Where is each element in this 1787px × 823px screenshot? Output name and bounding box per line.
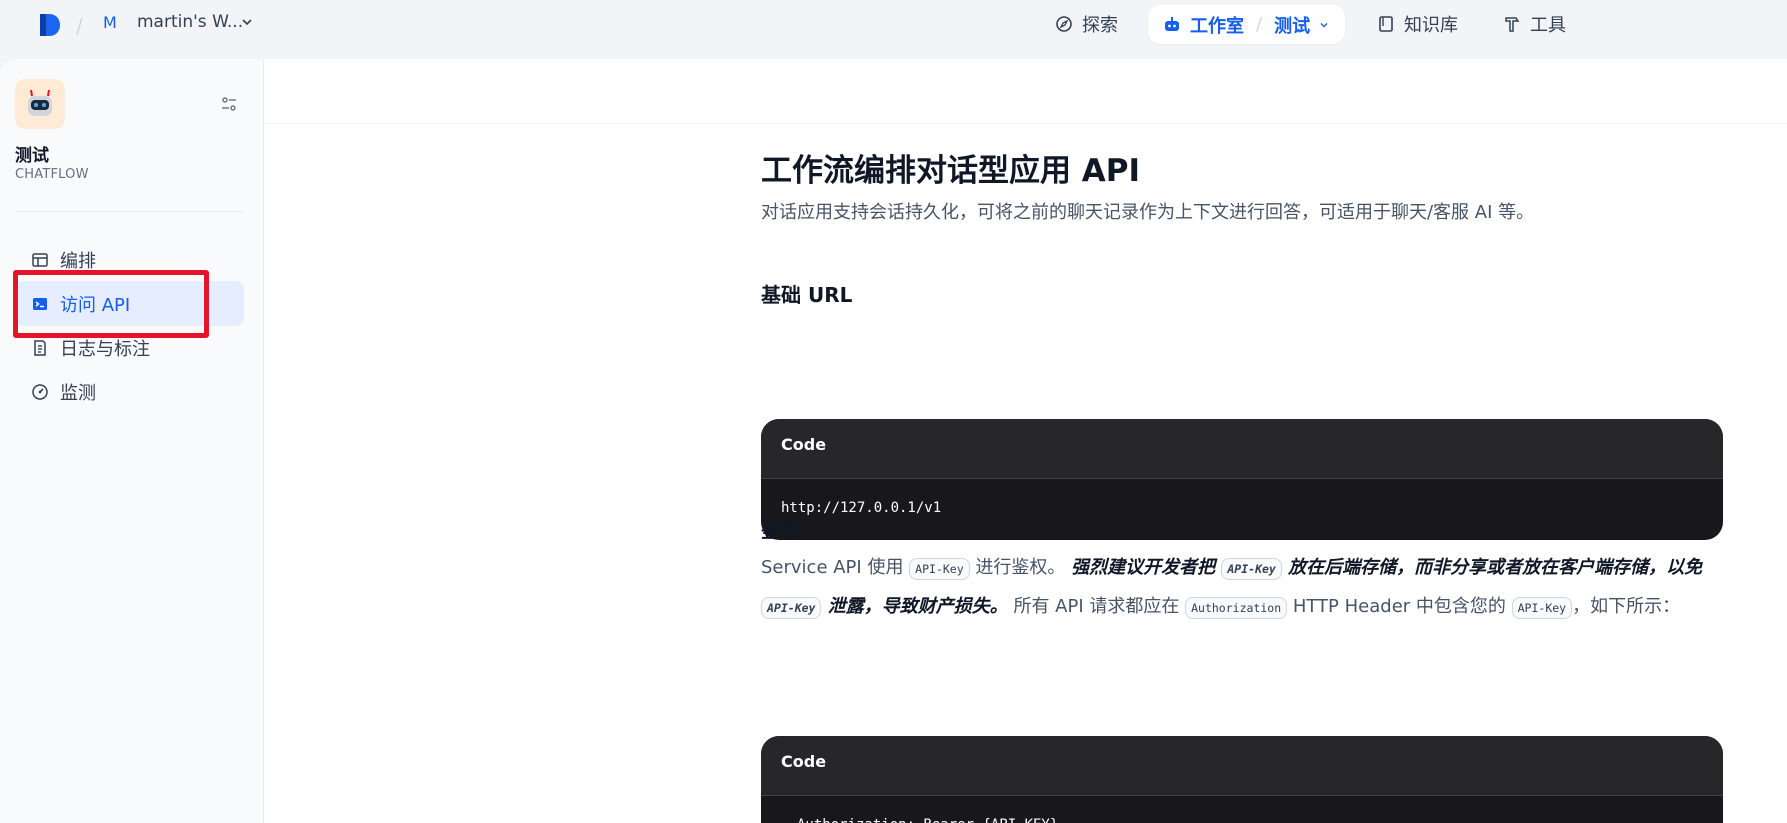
current-app-label[interactable]: 测试 (1274, 12, 1310, 38)
code-block-label: Code (761, 736, 1723, 796)
nav-studio-label: 工作室 (1190, 15, 1244, 37)
api-doc: 工作流编排对话型应用 API 对话应用支持会话持久化，可将之前的聊天记录作为上下… (761, 139, 1723, 823)
app-type: CHATFLOW (15, 167, 89, 182)
page-description: 对话应用支持会话持久化，可将之前的聊天记录作为上下文进行回答，可适用于聊天/客服… (761, 202, 1535, 223)
app-icon (15, 79, 65, 129)
section-heading-base-url: 基础 URL (761, 283, 853, 307)
top-bar: / M martin's W... 探索 工作室 / 测试 知识库 工具 (0, 0, 1787, 59)
app-sidebar: 测试 CHATFLOW 编排 访问 API 日志与标注 监测 (0, 59, 264, 823)
sidebar-item-label: 访问 API (60, 294, 131, 316)
divider (264, 123, 1787, 124)
settings-sliders-icon[interactable] (219, 94, 239, 114)
auth-description: Service API 使用 API-Key 进行鉴权。 强烈建议开发者把 AP… (761, 549, 1723, 627)
nav-knowledge-label: 知识库 (1404, 15, 1458, 36)
text: Service API 使用 (761, 557, 910, 578)
code-base-url[interactable]: http://127.0.0.1/v1 (761, 479, 1723, 540)
robot-icon (1165, 16, 1179, 31)
chevron-down-icon[interactable] (240, 15, 254, 29)
sidebar-item-monitoring[interactable]: 监测 (15, 369, 244, 414)
nav-studio[interactable]: 工作室 / 测试 (1148, 5, 1345, 44)
page-title: 工作流编排对话型应用 API (761, 153, 1141, 189)
nav-explore[interactable]: 探索 (1054, 11, 1118, 37)
divider (15, 211, 244, 212)
nav-knowledge[interactable]: 知识库 (1376, 11, 1458, 37)
nav-explore-label: 探索 (1082, 15, 1118, 36)
book-icon (1379, 16, 1393, 32)
code-block-label: Code (761, 419, 1723, 479)
app-name: 测试 (15, 146, 49, 166)
sidebar-item-label: 监测 (60, 382, 96, 404)
sidebar-item-label: 日志与标注 (60, 338, 150, 360)
code-block-base-url: Code http://127.0.0.1/v1 (761, 419, 1723, 540)
workspace-name[interactable]: martin's W... (137, 12, 243, 32)
sidebar-item-logs[interactable]: 日志与标注 (15, 325, 244, 370)
hammer-icon (1505, 17, 1520, 32)
workspace-avatar[interactable]: M (103, 13, 117, 32)
breadcrumb-separator: / (1256, 14, 1263, 35)
main-content: 工作流编排对话型应用 API 对话应用支持会话持久化，可将之前的聊天记录作为上下… (264, 59, 1787, 823)
robot-icon (28, 89, 52, 116)
inline-code: API-Key (761, 597, 822, 619)
text: ，如下所示： (1572, 596, 1681, 617)
dify-logo[interactable] (36, 12, 62, 38)
breadcrumb-separator: / (76, 14, 83, 38)
sidebar-item-label: 编排 (60, 250, 96, 272)
layout-icon (32, 252, 48, 267)
code-auth-header[interactable]: Authorization: Bearer {API_KEY} (761, 796, 1723, 823)
nav-tools[interactable]: 工具 (1502, 11, 1566, 37)
inline-code: API-Key (1511, 597, 1573, 619)
text: 所有 API 请求都应在 (1007, 596, 1186, 617)
inline-code: Authorization (1185, 597, 1288, 619)
text: HTTP Header 中包含您的 (1287, 596, 1512, 617)
terminal-icon (33, 297, 47, 310)
chevron-down-icon[interactable] (1318, 19, 1330, 31)
section-heading-auth: 鉴权 (761, 518, 801, 542)
nav-tools-label: 工具 (1530, 15, 1566, 36)
sidebar-item-api-access[interactable]: 访问 API (15, 281, 244, 326)
compass-icon (1056, 16, 1072, 32)
dashboard-icon (32, 383, 48, 400)
file-list-icon (34, 339, 46, 356)
sidebar-item-orchestrate[interactable]: 编排 (15, 237, 244, 282)
inline-code: API-Key (1221, 558, 1282, 580)
code-block-auth-header: Code Authorization: Bearer {API_KEY} (761, 736, 1723, 823)
inline-code: API-Key (909, 558, 970, 580)
text: 进行鉴权。 (969, 557, 1072, 578)
